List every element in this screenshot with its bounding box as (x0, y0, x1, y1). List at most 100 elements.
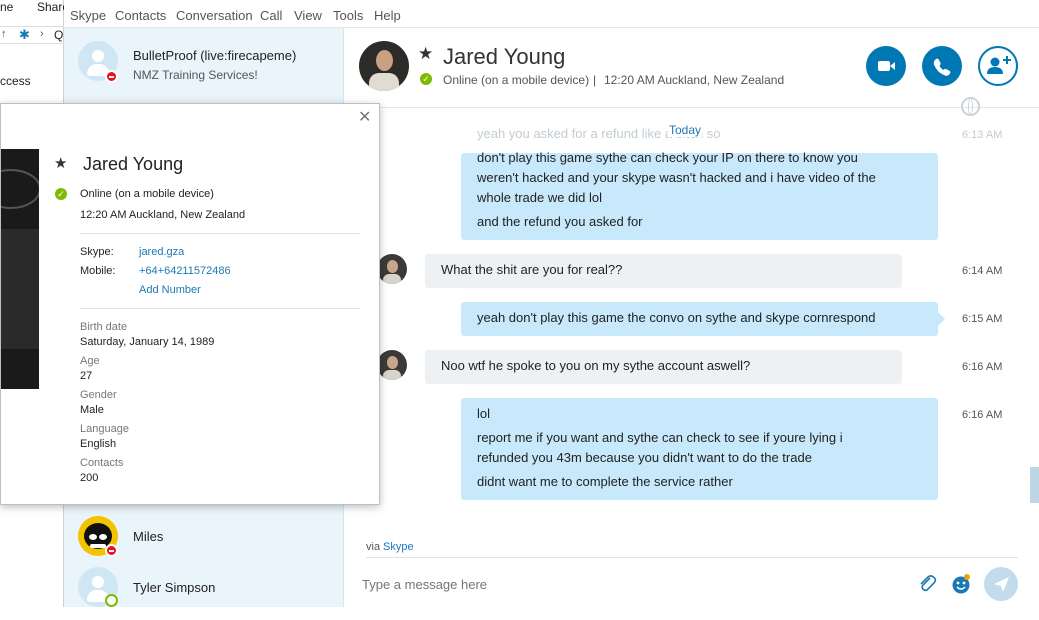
contact-mood-message: NMZ Training Services! (133, 68, 258, 82)
outgoing-message[interactable]: lol report me if you want and sythe can … (461, 398, 938, 500)
message-line: whole trade we did lol (477, 190, 603, 205)
profile-photo (1, 149, 39, 389)
online-check-icon: ✓ (420, 73, 432, 85)
skype-name-link[interactable]: jared.gza (139, 246, 184, 258)
age-label: Age (80, 355, 100, 367)
favorite-star-icon[interactable]: ★ (54, 154, 67, 172)
gender-value: Male (80, 404, 104, 416)
message-line: lol (477, 406, 491, 421)
language-value: English (80, 438, 117, 450)
do-not-disturb-icon (105, 544, 118, 557)
up-arrow-icon[interactable]: ↑ (1, 28, 7, 40)
audio-call-button[interactable] (922, 46, 962, 86)
phone-call-icon (933, 58, 951, 76)
composer-divider (366, 557, 1018, 558)
contact-name: BulletProof (live:firecapeme) (133, 48, 297, 63)
online-check-icon: ✓ (55, 188, 67, 200)
contact-name: Miles (133, 529, 164, 544)
avatar[interactable] (377, 254, 407, 284)
profile-name: Jared Young (83, 154, 184, 174)
message-line: report me if you want and sythe can chec… (477, 430, 843, 445)
message-line: yeah don't play this game the convo on s… (477, 310, 876, 325)
outgoing-message[interactable]: don't play this game sythe can check you… (461, 150, 938, 240)
contact-item-bulletproof[interactable]: BulletProof (live:firecapeme) NMZ Traini… (64, 32, 344, 94)
contact-item-tyler-simpson[interactable]: Tyler Simpson (64, 558, 344, 620)
add-number-link[interactable]: Add Number (139, 284, 201, 296)
birth-date-value: Saturday, January 14, 1989 (80, 336, 215, 348)
menu-contacts[interactable]: Contacts (115, 8, 166, 23)
message-line: What the shit are you for real?? (441, 262, 623, 277)
birth-date-label: Birth date (80, 321, 128, 333)
attach-button[interactable] (916, 573, 938, 595)
via-label: via (366, 541, 381, 553)
message-time: 6:14 AM (962, 265, 1003, 277)
contact-profile-card: ✕ ★ Jared Young ✓ Online (on a mobile de… (0, 103, 380, 505)
menu-skype[interactable]: Skype (70, 8, 106, 23)
send-icon (994, 577, 1009, 592)
incoming-message[interactable]: What the shit are you for real?? (425, 254, 902, 288)
contacts-value: 200 (80, 472, 99, 484)
day-divider: Today (668, 123, 703, 137)
message-line: don't play this game sythe can check you… (477, 150, 858, 165)
menu-conversation[interactable]: Conversation (176, 8, 253, 23)
via-service-link[interactable]: Skype (383, 541, 414, 553)
menu-help[interactable]: Help (374, 8, 401, 23)
video-call-icon (878, 61, 895, 71)
local-time: 12:20 AM Auckland, New Zealand (604, 73, 785, 87)
video-call-button[interactable] (866, 46, 906, 86)
incoming-message[interactable]: Noo wtf he spoke to you on my sythe acco… (425, 350, 902, 384)
message-input[interactable] (362, 570, 902, 598)
message-line: weren't hacked and your skype wasn't hac… (477, 170, 876, 185)
message-line: refunded you 43m because you didn't want… (477, 450, 812, 465)
skype-label: Skype: (80, 246, 114, 258)
menu-bar: Skype Contacts Conversation Call View To… (64, 0, 1039, 28)
mobile-label: Mobile: (80, 265, 116, 277)
message-time: 6:16 AM (962, 361, 1003, 373)
bubble-tail (938, 312, 945, 326)
address-fragment: Q (54, 28, 64, 42)
online-status-icon (105, 594, 118, 607)
age-value: 27 (80, 370, 93, 382)
nav-quick-access[interactable]: ccess (0, 74, 31, 88)
menu-tools[interactable]: Tools (333, 8, 363, 23)
outgoing-message[interactable]: yeah don't play this game the convo on s… (461, 302, 938, 336)
add-participants-button[interactable] (978, 46, 1018, 86)
profile-local-time: 12:20 AM Auckland, New Zealand (80, 209, 246, 221)
emoticon-button[interactable] (950, 573, 972, 595)
profile-divider (80, 233, 360, 234)
menu-view[interactable]: View (294, 8, 322, 23)
conversation-scrollbar-thumb[interactable] (1030, 467, 1039, 503)
conversation-title: Jared Young (443, 44, 566, 69)
conversation-header: ★ Jared Young ✓ Online (on a mobile devi… (344, 28, 1039, 108)
globe-icon[interactable] (961, 97, 980, 116)
do-not-disturb-icon (105, 70, 118, 83)
breadcrumb-chevron-icon: › (40, 28, 44, 40)
message-line: Noo wtf he spoke to you on my sythe acco… (441, 358, 751, 373)
favorite-star-icon[interactable]: ★ (418, 44, 433, 64)
avatar[interactable] (377, 350, 407, 380)
contact-name: Tyler Simpson (133, 580, 216, 595)
explorer-address-bar[interactable]: ↑ ✱ › Q (0, 26, 64, 44)
profile-divider (80, 308, 360, 309)
language-label: Language (80, 423, 129, 435)
emoticon-icon (952, 574, 970, 594)
quick-access-pin-icon: ✱ (19, 27, 30, 42)
close-icon[interactable]: ✕ (358, 107, 371, 127)
message-line: and the refund you asked for (477, 214, 643, 229)
attach-icon (920, 575, 937, 592)
explorer-tab-home[interactable]: ne (0, 0, 13, 14)
profile-status: Online (on a mobile device) (80, 188, 214, 200)
message-time: 6:15 AM (962, 313, 1003, 325)
menu-call[interactable]: Call (260, 8, 282, 23)
presence-status: Online (on a mobile device) (443, 73, 590, 87)
message-time: 6:16 AM (962, 409, 1003, 421)
faded-message-time: 6:13 AM (962, 129, 1003, 141)
message-line: didnt want me to complete the service ra… (477, 474, 733, 489)
gender-label: Gender (80, 389, 117, 401)
add-person-icon (987, 56, 1011, 74)
contacts-label: Contacts (80, 457, 124, 469)
avatar[interactable] (359, 41, 409, 91)
mobile-number-link[interactable]: +64+64211572486 (139, 265, 231, 277)
send-button[interactable] (984, 567, 1018, 601)
status-separator: | (593, 73, 597, 87)
